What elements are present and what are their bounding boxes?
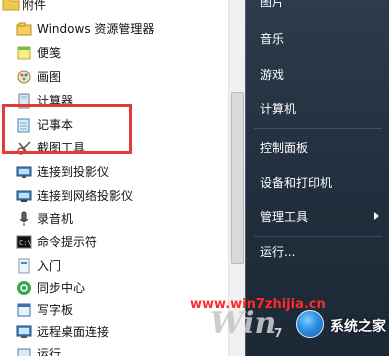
microphone-icon	[19, 211, 29, 226]
menu-item-games[interactable]: 游戏	[260, 67, 284, 83]
program-item-paint[interactable]: 画图	[0, 66, 228, 88]
folder-label: 附件	[22, 0, 47, 12]
folder-accessories[interactable]: 附件	[0, 0, 228, 16]
sync-center-icon	[17, 281, 31, 295]
program-label: 连接到投影仪	[37, 165, 110, 179]
scrollbar-thumb[interactable]	[231, 92, 244, 264]
program-label: 写字板	[37, 303, 74, 317]
projector-icon	[16, 166, 32, 178]
sticky-notes-icon	[17, 46, 31, 60]
program-item-explorer[interactable]: Windows 资源管理器	[0, 18, 228, 40]
watermark-logo-seven: 7	[274, 326, 283, 340]
run-icon	[17, 348, 31, 356]
menu-item-admin-tools[interactable]: 管理工具	[260, 209, 308, 225]
program-item-sound-recorder[interactable]: 录音机	[0, 208, 228, 230]
menu-item-pictures[interactable]: 图片	[260, 0, 284, 10]
folder-explorer-icon	[16, 22, 32, 36]
program-item-remote-desktop[interactable]: 远程桌面连接	[0, 321, 228, 343]
submenu-arrow-icon	[374, 212, 379, 220]
program-label: 便笺	[37, 46, 62, 60]
program-item-run[interactable]: 运行	[0, 343, 228, 356]
command-prompt-icon: C:\	[16, 235, 32, 249]
getting-started-icon	[18, 258, 30, 274]
watermark-logo: Win	[210, 306, 277, 341]
program-label: 远程桌面连接	[37, 325, 110, 339]
menu-item-music[interactable]: 音乐	[260, 31, 284, 47]
program-item-command-prompt[interactable]: C:\ 命令提示符	[0, 231, 228, 253]
program-label: 入门	[37, 259, 62, 273]
program-label: Windows 资源管理器	[37, 22, 155, 36]
menu-item-computer[interactable]: 计算机	[260, 101, 296, 117]
program-label: 画图	[37, 70, 62, 84]
menu-item-run[interactable]: 运行...	[260, 244, 295, 260]
globe-icon	[296, 310, 324, 338]
program-item-sync-center[interactable]: 同步中心	[0, 277, 228, 299]
program-item-getting-started[interactable]: 入门	[0, 255, 228, 277]
program-label: 命令提示符	[37, 235, 98, 249]
menu-item-devices-printers[interactable]: 设备和打印机	[260, 175, 332, 191]
program-label: 录音机	[37, 212, 74, 226]
program-label: 连接到网络投影仪	[37, 189, 134, 203]
menu-item-control-panel[interactable]: 控制面板	[260, 140, 308, 156]
program-label: 运行	[37, 347, 62, 356]
program-item-sticky-notes[interactable]: 便笺	[0, 42, 228, 64]
program-item-projector[interactable]: 连接到投影仪	[0, 161, 228, 183]
watermark-brand: 系统之家	[330, 319, 386, 335]
highlight-box	[2, 104, 132, 154]
folder-icon	[2, 0, 20, 11]
menu-separator	[254, 236, 382, 237]
program-item-network-projector[interactable]: 连接到网络投影仪	[0, 185, 228, 207]
start-menu-screenshot: 附件 Windows 资源管理器 便笺 画图 计算器 记事本 截图工具 连接到投…	[0, 0, 389, 356]
wordpad-icon	[17, 303, 31, 317]
remote-desktop-icon	[16, 325, 32, 338]
menu-separator	[254, 128, 382, 129]
svg-text:C:\: C:\	[19, 239, 32, 247]
network-projector-icon	[16, 190, 32, 202]
paint-icon	[17, 70, 31, 84]
program-label: 同步中心	[37, 281, 86, 295]
